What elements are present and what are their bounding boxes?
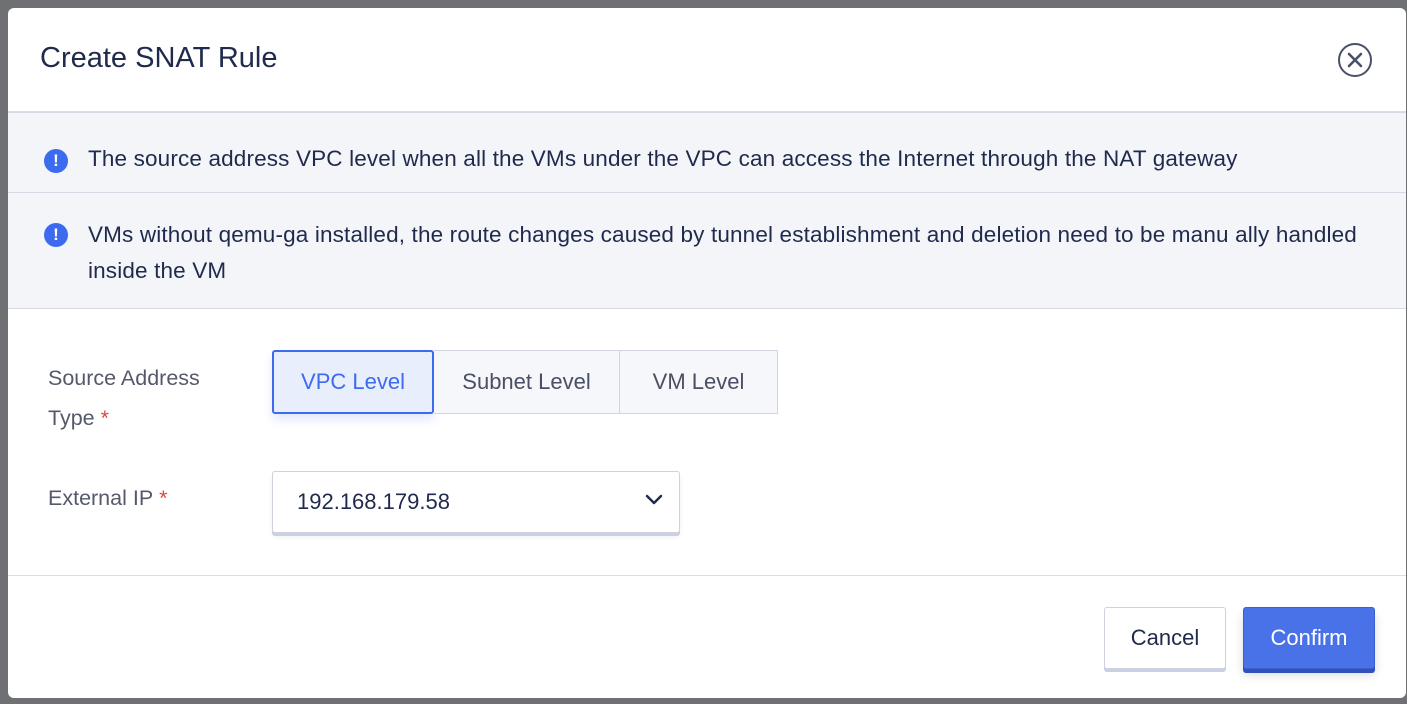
required-mark: * (159, 486, 168, 510)
external-ip-select[interactable]: 192.168.179.58 (272, 471, 680, 533)
close-icon (1347, 52, 1363, 68)
option-subnet-level[interactable]: Subnet Level (434, 350, 620, 414)
alert-text: VMs without qemu-ga installed, the route… (88, 222, 1357, 283)
dialog-footer: Cancel Confirm (8, 575, 1406, 698)
form: Source Address Type * VPC Level Subnet Le… (8, 309, 1406, 575)
info-icon: ! (44, 223, 68, 247)
label-text: Source Address Type (48, 366, 200, 430)
info-alert: ! VMs without qemu-ga installed, the rou… (8, 193, 1406, 309)
close-button[interactable] (1338, 43, 1372, 77)
source-address-type-label: Source Address Type * (48, 358, 248, 438)
info-alert: ! The source address VPC level when all … (8, 112, 1406, 193)
option-vpc-level[interactable]: VPC Level (272, 350, 434, 414)
confirm-button[interactable]: Confirm (1243, 607, 1375, 669)
source-address-type-selector: VPC Level Subnet Level VM Level (272, 350, 778, 414)
dialog-title: Create SNAT Rule (40, 42, 278, 74)
info-icon: ! (44, 149, 68, 173)
required-mark: * (100, 406, 109, 430)
alert-text: The source address VPC level when all th… (88, 146, 1238, 171)
option-vm-level[interactable]: VM Level (620, 350, 778, 414)
label-text: External IP (48, 486, 154, 510)
external-ip-label: External IP * (48, 478, 168, 518)
dialog-header: Create SNAT Rule (8, 8, 1406, 112)
selected-ip: 192.168.179.58 (297, 489, 450, 514)
cancel-button[interactable]: Cancel (1104, 607, 1226, 669)
create-snat-rule-dialog: Create SNAT Rule ! The source address VP… (8, 8, 1406, 698)
chevron-down-icon (645, 494, 663, 505)
